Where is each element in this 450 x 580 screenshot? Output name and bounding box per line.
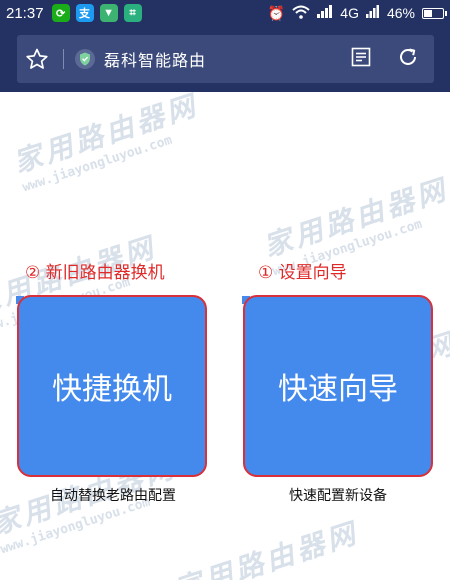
battery-percent: 46% — [386, 5, 415, 21]
watermark: 家用路由器网 — [170, 516, 363, 580]
status-bar: 21:37 ⟳ 支 ▼ ⌗ ⏰ 4G 46% — [0, 0, 450, 26]
shield-icon — [72, 48, 98, 70]
watermark: 家用路由器网 www.jiayongluyou.com — [9, 88, 203, 196]
browser-toolbar: 磊科智能路由 — [0, 26, 450, 92]
status-time: 21:37 — [6, 4, 44, 22]
battery-icon — [422, 7, 447, 19]
quick-swap-button[interactable]: 快捷换机 — [17, 295, 207, 477]
quick-swap-caption: 自动替换老路由配置 — [50, 488, 176, 504]
reader-mode-icon[interactable] — [350, 46, 372, 72]
signal-icon — [317, 5, 333, 21]
quick-wizard-button[interactable]: 快速向导 — [243, 295, 433, 477]
refresh-icon[interactable] — [396, 45, 420, 73]
wifi-icon — [292, 5, 310, 22]
address-bar[interactable]: 磊科智能路由 — [17, 35, 434, 83]
quick-wizard-label: 快速向导 — [278, 372, 398, 407]
signal-icon-2 — [365, 5, 380, 21]
star-icon[interactable] — [17, 47, 57, 71]
network-type: 4G — [340, 5, 359, 21]
wechat-like-icon: ⟳ — [51, 4, 70, 22]
quick-wizard-caption: 快速配置新设备 — [289, 488, 387, 504]
quick-swap-label: 快捷换机 — [52, 372, 172, 407]
page-title: 磊科智能路由 — [104, 51, 207, 70]
scan-app-icon: ⌗ — [123, 4, 142, 22]
divider — [63, 49, 64, 69]
section-label-swap: ② 新旧路由器换机 — [25, 263, 165, 283]
alipay-icon: 支 — [75, 4, 94, 22]
alarm-icon: ⏰ — [267, 4, 286, 21]
shield-app-icon: ▼ — [99, 4, 118, 22]
section-label-wizard: ① 设置向导 — [258, 263, 347, 283]
